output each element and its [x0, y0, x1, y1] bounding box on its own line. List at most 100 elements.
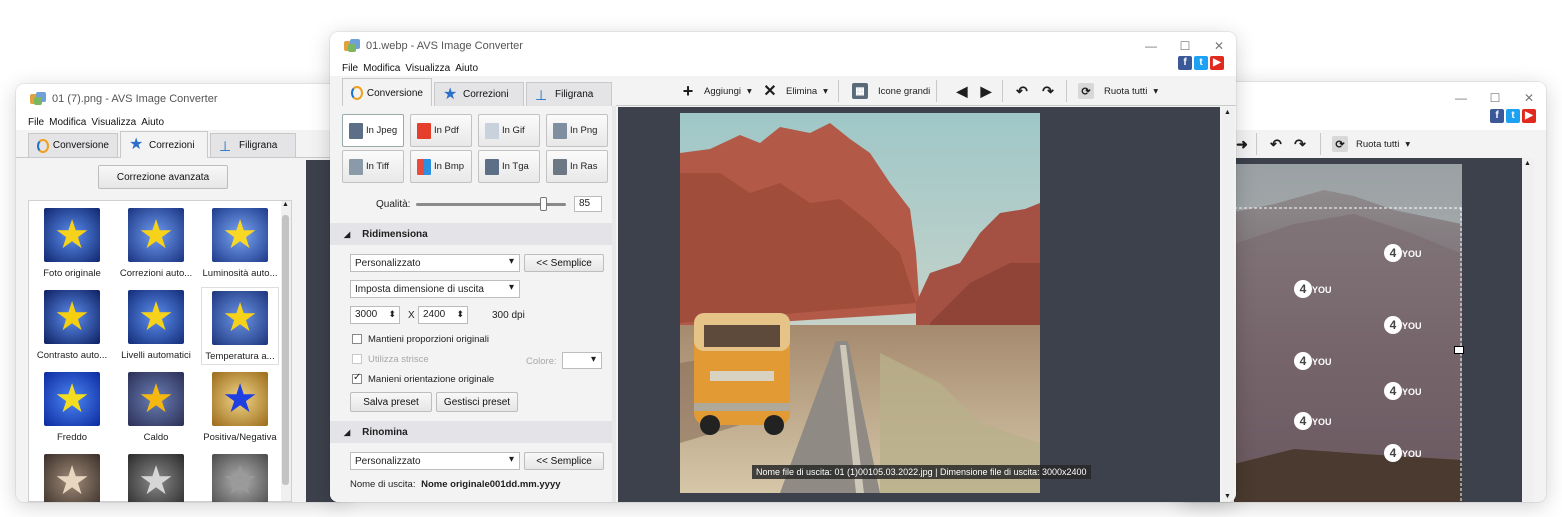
rotate-left-button[interactable]: ↶ [1014, 83, 1030, 99]
effect-tile[interactable]: ★ Correzioni auto... [117, 205, 195, 283]
format-jpeg-button[interactable]: In Jpeg [342, 114, 404, 147]
facebook-icon[interactable]: f [1178, 56, 1192, 70]
format-pdf-button[interactable]: In Pdf [410, 114, 472, 147]
rotate-left-icon[interactable]: ↶ [1268, 136, 1284, 152]
right-scrollbar[interactable]: ▲ [1522, 158, 1534, 502]
rotate-all-button[interactable]: ⟳ Ruota tutti ▾ [1332, 136, 1410, 152]
crop-handle-icon[interactable] [1454, 346, 1464, 354]
output-size-mode-select[interactable]: Imposta dimensione di uscita [350, 280, 520, 298]
tab-label: Filigrana [239, 140, 278, 151]
checkbox-box[interactable] [352, 372, 362, 385]
format-label: In Tiff [366, 161, 390, 172]
youtube-icon[interactable]: ▶ [1522, 109, 1536, 123]
main-window-title: 01.webp - AVS Image Converter [366, 40, 523, 52]
effect-tile[interactable]: ★ Luminosità auto... [201, 205, 279, 283]
color-select[interactable] [562, 352, 602, 369]
menu-file[interactable]: File [342, 63, 358, 74]
chevron-down-icon: ▾ [746, 85, 752, 97]
effect-tile[interactable]: ★ Positiva/Negativa [201, 369, 279, 447]
scroll-up-icon[interactable]: ▲ [1224, 109, 1231, 116]
keep-orientation-checkbox[interactable]: Manieni orientazione originale [352, 372, 494, 385]
rotate-all-label: Ruota tutti [1104, 85, 1148, 97]
width-spinner[interactable]: 3000 ⬍ [350, 306, 400, 324]
effect-tile[interactable]: ★ Foto originale [33, 205, 111, 283]
format-tga-button[interactable]: In Tga [478, 150, 540, 183]
tab-conversione[interactable]: Conversione [28, 133, 118, 157]
format-gif-button[interactable]: In Gif [478, 114, 540, 147]
convert-icon [351, 86, 363, 100]
rename-simple-button[interactable]: << Semplice [524, 452, 604, 470]
menu-modifica[interactable]: Modifica [363, 63, 400, 74]
keep-proportions-checkbox[interactable]: Mantieni proporzioni originali [352, 334, 489, 345]
app-icon [30, 92, 46, 106]
effect-tile[interactable]: ★ Contrasto auto... [33, 287, 111, 365]
menu-aiuto[interactable]: Aiuto [455, 63, 478, 74]
quality-slider-thumb[interactable] [539, 197, 547, 211]
watermark-4: 4 YOU [1294, 352, 1332, 370]
effect-tile[interactable]: ★ Temperatura a... [201, 287, 279, 365]
tab-correzioni[interactable]: ★ Correzioni [120, 131, 208, 158]
gif-icon [485, 122, 499, 139]
save-preset-button[interactable]: Salva preset [350, 392, 432, 412]
large-icons-button[interactable]: ▦ Icone grandi [852, 83, 930, 99]
rotate-all-icon: ⟳ [1078, 83, 1094, 99]
rotate-all-button[interactable]: ⟳ Ruota tutti ▾ [1078, 83, 1158, 99]
effect-tile[interactable]: ★ [201, 451, 279, 502]
effect-label: Foto originale [43, 268, 101, 279]
tab-label: Conversione [366, 87, 423, 99]
tab-filigrana[interactable]: ⊥ Filigrana [210, 133, 296, 157]
effect-tile[interactable]: ★ Livelli automatici [117, 287, 195, 365]
previous-button[interactable]: ◀ [954, 83, 970, 99]
next-icon[interactable]: ➜ [1234, 136, 1250, 152]
effect-tile[interactable]: ★ [33, 451, 111, 502]
rename-section-header[interactable]: ◢ Rinomina [330, 421, 612, 443]
checkbox-box[interactable] [352, 334, 362, 345]
conversion-panel: In Jpeg In Pdf In Gif In Png In Tiff In … [330, 106, 616, 502]
effect-label: Temperatura a... [205, 351, 275, 362]
menu-aiuto[interactable]: Aiuto [141, 117, 164, 128]
format-bmp-button[interactable]: In Bmp [410, 150, 472, 183]
minimize-icon[interactable]: — [1134, 32, 1168, 60]
minimize-icon[interactable]: — [1444, 82, 1478, 114]
advanced-correction-button[interactable]: Correzione avanzata [98, 165, 228, 189]
menu-visualizza[interactable]: Visualizza [91, 117, 136, 128]
format-ras-button[interactable]: In Ras [546, 150, 608, 183]
twitter-icon[interactable]: t [1506, 109, 1520, 123]
effect-tile[interactable]: ★ Freddo [33, 369, 111, 447]
scroll-down-icon[interactable]: ▼ [1224, 493, 1231, 500]
social-links: f t ▶ [1178, 56, 1224, 70]
next-button[interactable]: ▶ [978, 83, 994, 99]
checkbox-box[interactable] [352, 354, 362, 365]
resize-simple-button[interactable]: << Semplice [524, 254, 604, 272]
height-spinner[interactable]: 2400 ⬍ [418, 306, 468, 324]
tab-filigrana[interactable]: ⊥ Filigrana [526, 82, 612, 106]
panel-scrollbar[interactable] [612, 106, 616, 502]
twitter-icon[interactable]: t [1194, 56, 1208, 70]
tab-correzioni[interactable]: ★ Correzioni [434, 82, 524, 106]
preview-scrollbar[interactable]: ▲ ▼ [1222, 107, 1234, 502]
facebook-icon[interactable]: f [1490, 109, 1504, 123]
resize-preset-select[interactable]: Personalizzato [350, 254, 520, 272]
format-tiff-button[interactable]: In Tiff [342, 150, 404, 183]
manage-presets-button[interactable]: Gestisci preset [436, 392, 518, 412]
menu-visualizza[interactable]: Visualizza [405, 63, 450, 74]
app-icon [344, 39, 360, 53]
add-button[interactable]: + Aggiungi ▾ [680, 81, 752, 101]
effect-tile[interactable]: ★ Caldo [117, 369, 195, 447]
rotate-right-button[interactable]: ↷ [1040, 83, 1056, 99]
effect-tile[interactable]: ★ [117, 451, 195, 502]
tab-conversione[interactable]: Conversione [342, 78, 432, 107]
rename-preset-select[interactable]: Personalizzato [350, 452, 520, 470]
effects-scrollbar[interactable]: ▲ [281, 201, 291, 501]
scroll-thumb[interactable] [282, 215, 289, 485]
menu-file[interactable]: File [28, 117, 44, 128]
delete-button[interactable]: ✕ Elimina ▾ [762, 83, 828, 100]
menu-modifica[interactable]: Modifica [49, 117, 86, 128]
resize-section-header[interactable]: ◢ Ridimensiona [330, 223, 612, 245]
use-stripes-checkbox[interactable]: Utilizza strisce [352, 354, 429, 365]
format-png-button[interactable]: In Png [546, 114, 608, 147]
rotate-right-icon[interactable]: ↷ [1292, 136, 1308, 152]
youtube-icon[interactable]: ▶ [1210, 56, 1224, 70]
quality-slider[interactable] [416, 197, 566, 211]
quality-input[interactable]: 85 [574, 196, 602, 212]
